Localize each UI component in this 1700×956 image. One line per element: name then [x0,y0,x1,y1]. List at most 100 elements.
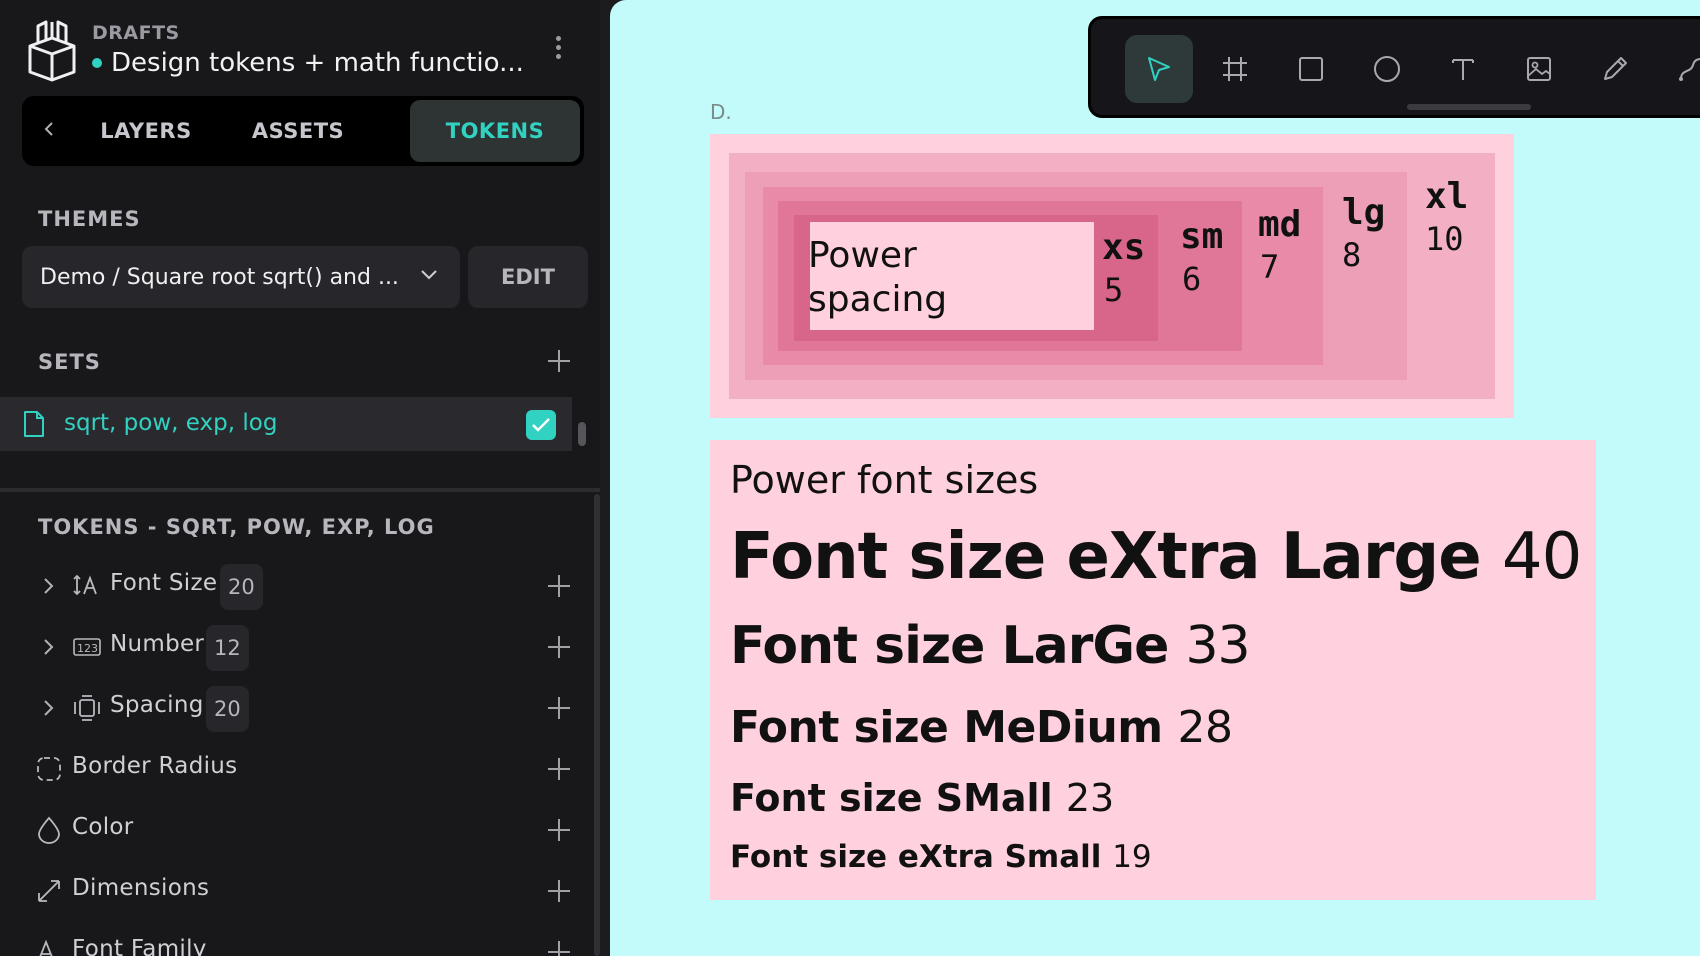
spacing-step-name: md [1258,204,1302,245]
tab-layers[interactable]: LAYERS [82,100,210,162]
toolbar-drag-handle[interactable] [1407,104,1531,110]
border-radius-icon [34,755,64,783]
project-name[interactable]: Design tokens + math functio... [92,48,524,78]
add-token-icon[interactable] [548,819,570,841]
set-active-checkbox[interactable] [526,410,556,440]
font-size-icon [72,572,102,600]
sets-title: SETS [38,350,101,374]
ellipse-icon [1374,56,1400,82]
add-set-icon[interactable] [548,350,570,372]
more-options-icon[interactable] [548,36,568,66]
font-sample-sm: Font size SMall 23 [730,776,1114,820]
font-sample-value: 33 [1185,616,1250,676]
font-sample-lg: Font size LarGe 33 [730,616,1251,676]
pencil-icon [1604,57,1627,80]
image-icon [1527,57,1551,81]
text-tool[interactable] [1429,35,1497,103]
move-tool[interactable] [1125,35,1193,103]
chevron-right-icon[interactable] [40,637,56,657]
add-token-icon[interactable] [548,575,570,597]
add-token-icon[interactable] [548,880,570,902]
spacing-step-value: 7 [1260,248,1280,286]
spacing-title: Power spacing [808,234,947,322]
pencil-tool[interactable] [1581,35,1649,103]
token-group-spacing[interactable]: Spacing 20 [0,680,590,736]
spacing-step-name: xs [1102,227,1146,268]
theme-select[interactable]: Demo / Square root sqrt() and ... [22,246,460,308]
file-icon [24,411,44,437]
add-token-icon[interactable] [548,636,570,658]
saved-status-dot [92,58,102,68]
token-count-badge: 20 [206,686,249,732]
frame-label[interactable]: D. [710,100,732,124]
token-group-number[interactable]: 123 Number 12 [0,619,590,675]
font-sample-value: 40 [1501,520,1582,594]
tokens-scrollbar[interactable] [594,494,600,956]
chevron-down-icon [421,270,437,280]
font-sample-label: Font size SMall [730,776,1053,820]
spacing-step-value: 5 [1104,271,1124,309]
sets-scrollbar[interactable] [578,422,586,446]
image-tool[interactable] [1505,35,1573,103]
set-item[interactable]: sqrt, pow, exp, log [0,397,572,451]
text-icon [1452,59,1474,80]
penpot-logo-icon[interactable] [26,18,78,82]
dimensions-icon [34,877,64,905]
spacing-title-line-2: spacing [808,279,948,320]
token-group-label: Dimensions [72,875,210,901]
spacing-step-name: sm [1180,216,1224,257]
design-canvas[interactable]: D. Power spacing xs 5 sm 6 md 7 lg 8 xl … [610,0,1700,956]
edit-themes-button[interactable]: EDIT [468,246,588,308]
tools-toolbar [1088,16,1700,118]
token-count-badge: 12 [206,625,249,671]
board-tool[interactable] [1201,35,1269,103]
chevron-right-icon[interactable] [40,698,56,718]
sidebar: DRAFTS Design tokens + math functio... L… [0,0,600,956]
token-group-color[interactable]: Color [0,802,590,858]
token-group-font-size[interactable]: Font Size 20 [0,558,590,614]
svg-text:123: 123 [77,642,98,655]
chevron-right-icon[interactable] [40,576,56,596]
add-token-icon[interactable] [548,758,570,780]
font-sizes-title: Power font sizes [730,458,1039,502]
collapse-back-icon[interactable] [36,118,62,144]
panel-divider[interactable] [0,488,600,492]
font-sample-value: 23 [1065,776,1115,820]
board-icon [1223,57,1247,81]
project-label: DRAFTS [92,22,180,44]
themes-title: THEMES [38,207,141,231]
token-group-font-family[interactable]: Font Family [0,924,590,956]
spacing-icon [72,694,102,722]
theme-select-value: Demo / Square root sqrt() and ... [40,264,399,290]
tokens-title: TOKENS - SQRT, POW, EXP, LOG [38,515,435,539]
font-sizes-frame[interactable]: Power font sizes Font size eXtra Large 4… [710,440,1596,900]
sidebar-header: DRAFTS Design tokens + math functio... [0,0,600,90]
token-count-badge: 20 [220,564,263,610]
tab-assets[interactable]: ASSETS [234,100,362,162]
path-icon [1679,58,1700,81]
token-group-label: Font Size [110,570,218,596]
set-name: sqrt, pow, exp, log [64,410,278,436]
path-tool[interactable] [1657,35,1700,103]
font-sample-value: 19 [1112,839,1152,875]
tab-tokens[interactable]: TOKENS [410,100,580,162]
font-sample-xs: Font size eXtra Small 19 [730,839,1152,875]
font-sample-label: Font size MeDium [730,702,1163,753]
token-group-dimensions[interactable]: Dimensions [0,863,590,919]
number-icon: 123 [72,633,102,661]
ellipse-tool[interactable] [1353,35,1421,103]
add-token-icon[interactable] [548,697,570,719]
font-sample-label: Font size eXtra Large [730,520,1482,594]
spacing-step-name: lg [1342,192,1386,233]
spacing-step-name: xl [1425,176,1469,217]
pointer-icon [1148,57,1170,81]
sidebar-tabs: LAYERS ASSETS TOKENS [22,96,584,166]
token-group-border-radius[interactable]: Border Radius [0,741,590,797]
project-title[interactable]: Design tokens + math functio... [111,48,524,78]
font-sample-xl: Font size eXtra Large 40 [730,520,1582,594]
spacing-step-value: 6 [1182,260,1202,298]
token-group-label: Number [110,631,205,657]
add-token-icon[interactable] [548,941,570,956]
rectangle-tool[interactable] [1277,35,1345,103]
font-family-icon [34,938,64,956]
